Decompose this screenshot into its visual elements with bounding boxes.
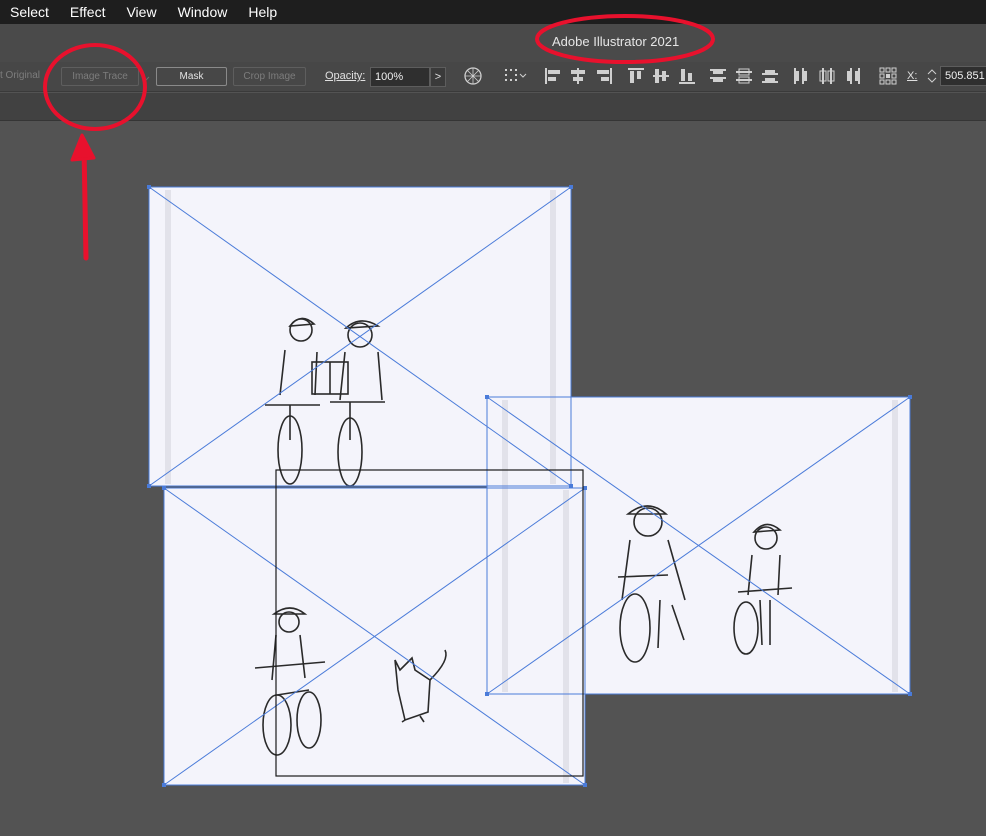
align-right-icon[interactable] (594, 66, 614, 86)
align-hcenter-icon[interactable] (568, 66, 588, 86)
opacity-input[interactable]: 100% (370, 67, 430, 87)
menu-effect[interactable]: Effect (59, 0, 116, 24)
x-label: X: (907, 70, 918, 82)
image-trace-dropdown-icon[interactable] (141, 70, 151, 81)
x-position-input[interactable]: 505.851 (940, 66, 986, 86)
align-bottom-icon[interactable] (677, 66, 697, 86)
app-title: Adobe Illustrator 2021 (552, 34, 680, 49)
opacity-dropdown-button[interactable]: > (430, 67, 446, 87)
recolor-icon[interactable] (463, 66, 483, 86)
image-trace-button[interactable]: Image Trace (61, 67, 139, 86)
x-stepper-icon[interactable] (924, 66, 940, 86)
reference-point-icon[interactable] (878, 66, 898, 86)
align-vcenter-icon[interactable] (651, 66, 671, 86)
distribute-bottom-icon[interactable] (760, 66, 780, 86)
distribute-left-icon[interactable] (791, 66, 811, 86)
document-tab-strip (0, 93, 986, 121)
menu-view[interactable]: View (115, 0, 166, 24)
align-top-icon[interactable] (626, 66, 646, 86)
control-bar: t Original Image Trace Mask Crop Image O… (0, 62, 986, 92)
align-to-icon[interactable] (503, 66, 531, 86)
distribute-top-icon[interactable] (708, 66, 728, 86)
crop-image-button[interactable]: Crop Image (233, 67, 306, 86)
align-left-icon[interactable] (543, 66, 563, 86)
embed-original-button[interactable]: t Original (0, 70, 40, 81)
distribute-right-icon[interactable] (843, 66, 863, 86)
placed-image-3[interactable] (487, 397, 910, 694)
app-title-bar: Adobe Illustrator 2021 (0, 24, 986, 62)
mask-button[interactable]: Mask (156, 67, 227, 86)
menu-bar: Select Effect View Window Help (0, 0, 986, 24)
menu-window[interactable]: Window (167, 0, 238, 24)
menu-help[interactable]: Help (237, 0, 287, 24)
distribute-hcenter-icon[interactable] (817, 66, 837, 86)
opacity-label: Opacity: (325, 70, 366, 82)
menu-select[interactable]: Select (0, 0, 59, 24)
distribute-vcenter-icon[interactable] (734, 66, 754, 86)
